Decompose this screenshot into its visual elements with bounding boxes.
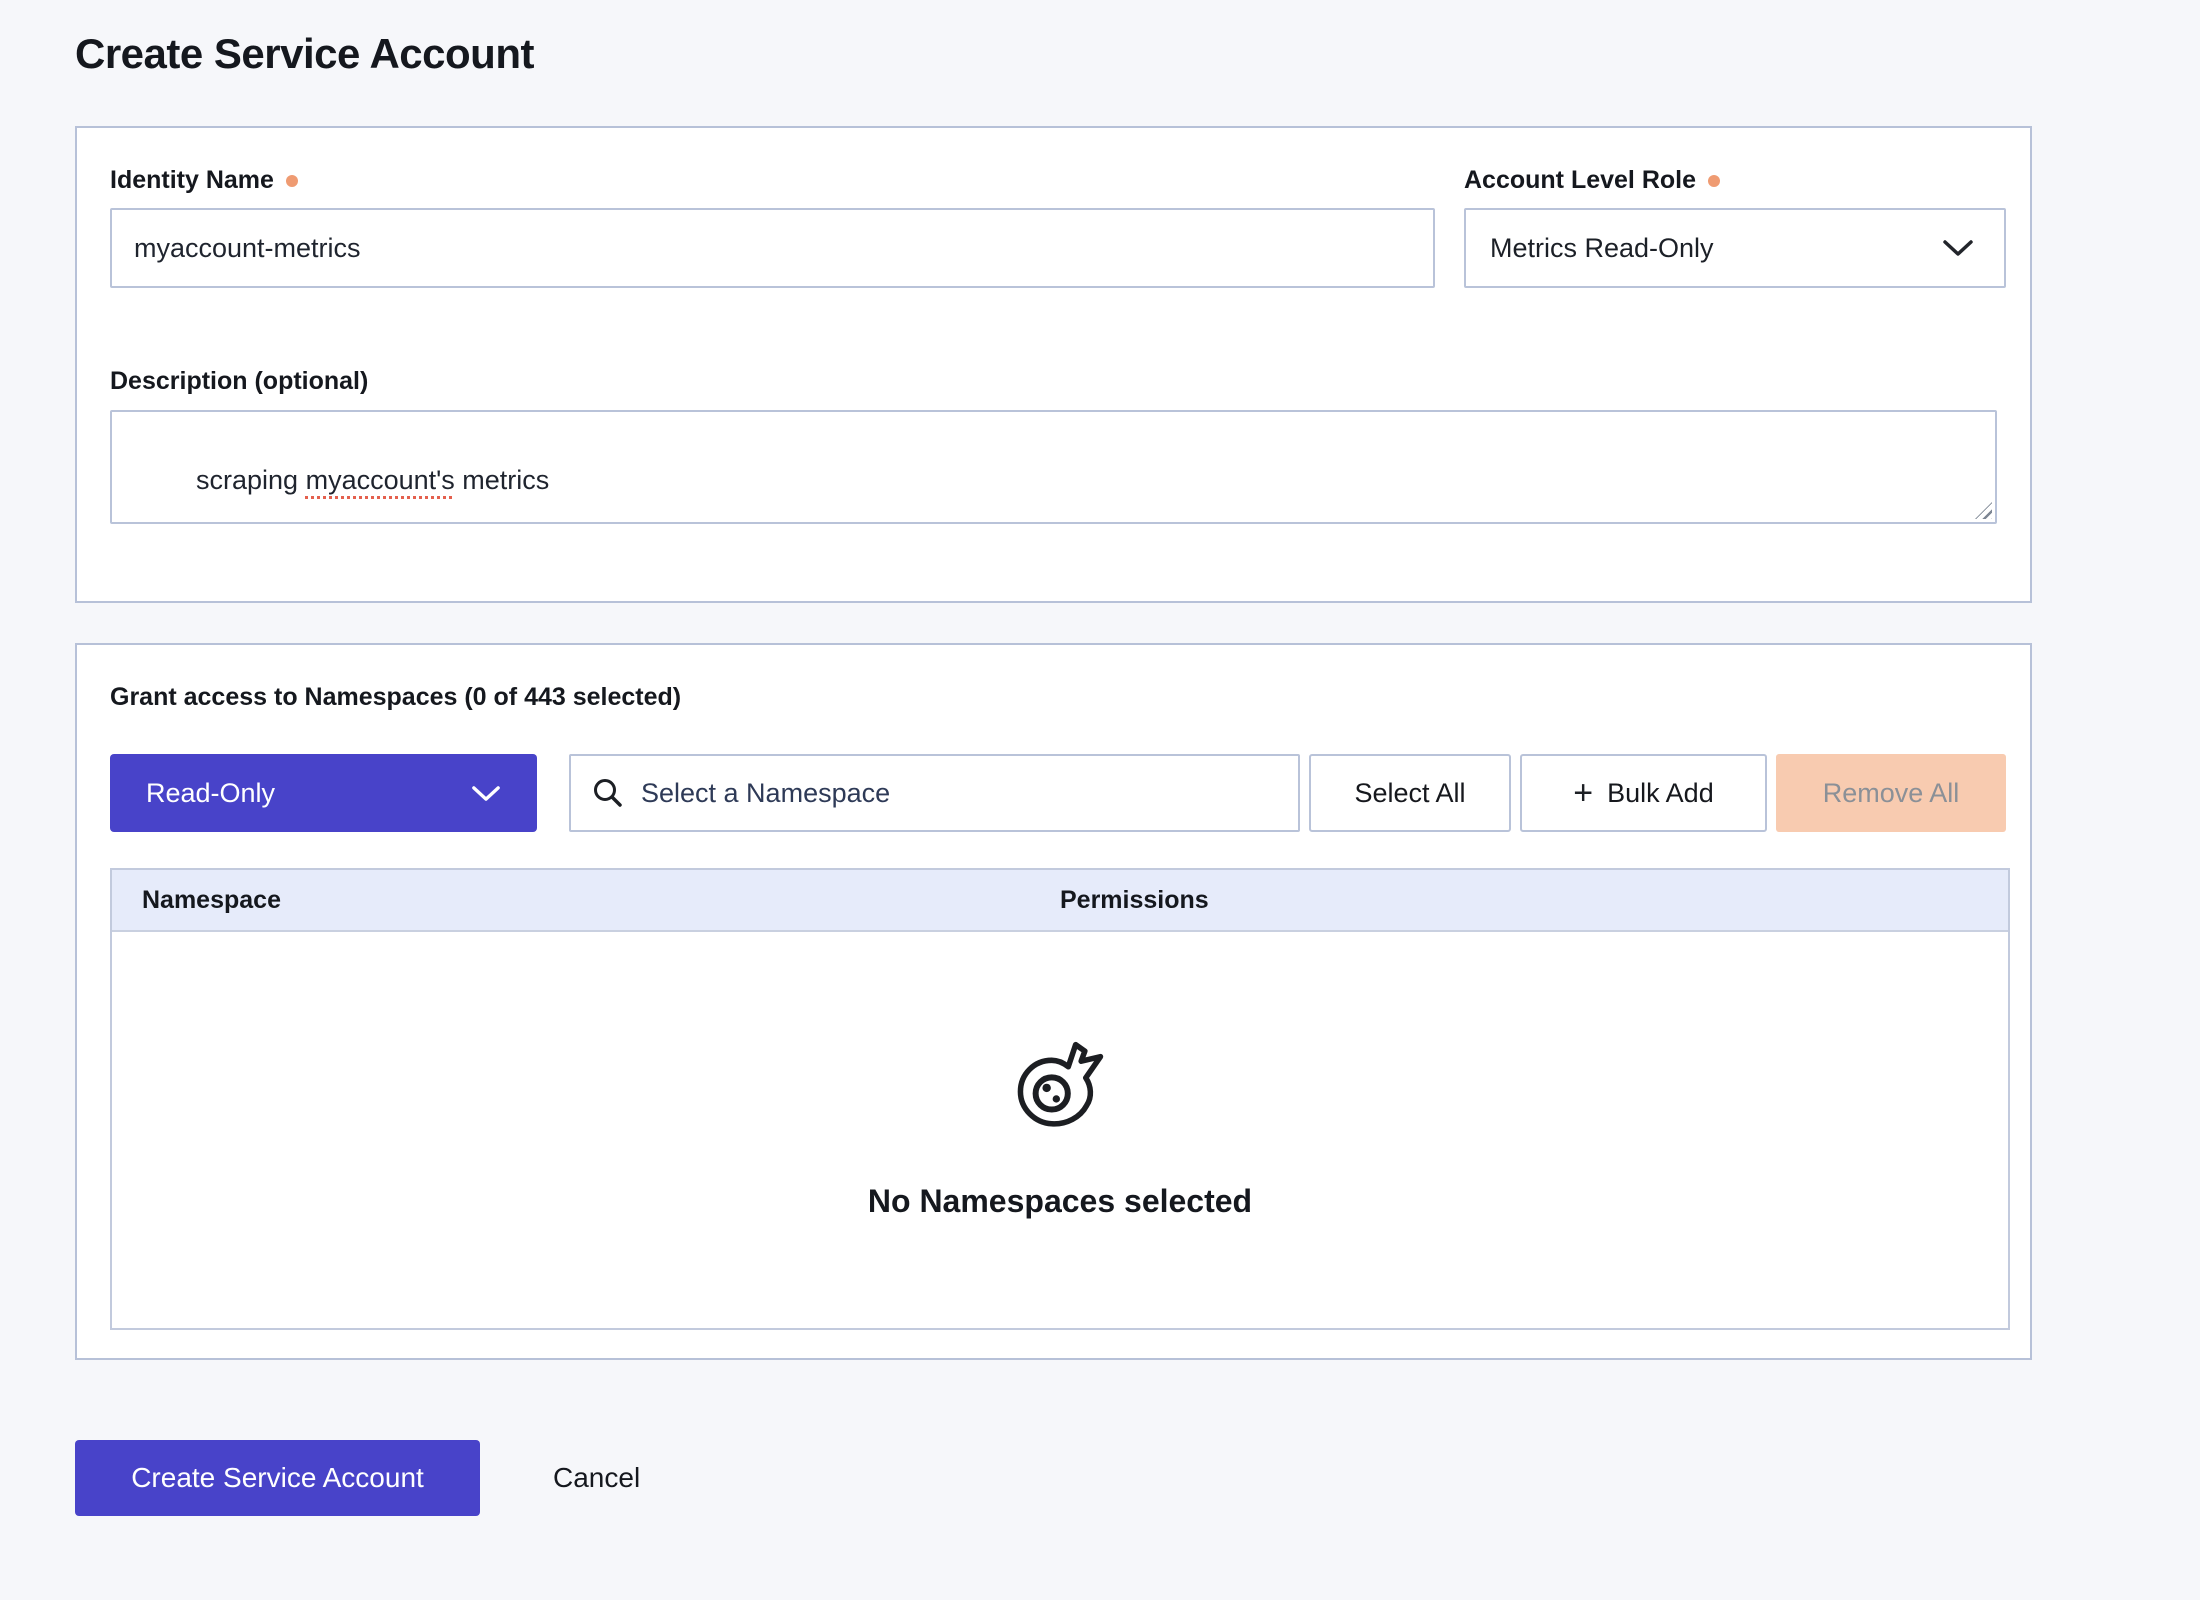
permission-level-value: Read-Only: [146, 778, 275, 809]
create-service-account-button[interactable]: Create Service Account: [75, 1440, 480, 1516]
textarea-resize-handle[interactable]: [1975, 502, 1992, 519]
select-all-button[interactable]: Select All: [1309, 754, 1511, 832]
description-textarea[interactable]: scraping myaccount's metrics: [110, 410, 1997, 524]
required-dot-icon: [286, 175, 298, 187]
chevron-down-icon: [471, 785, 501, 802]
permission-level-dropdown[interactable]: Read-Only: [110, 754, 537, 832]
footer-actions: Create Service Account Cancel: [75, 1440, 2200, 1516]
empty-state-message: No Namespaces selected: [868, 1183, 1252, 1220]
namespaces-table-empty-state: No Namespaces selected: [112, 932, 2008, 1328]
page-title: Create Service Account: [75, 30, 2200, 78]
grant-namespaces-card: Grant access to Namespaces (0 of 443 sel…: [75, 643, 2032, 1360]
identity-details-card: Identity Name Account Level Role Metrics…: [75, 126, 2032, 603]
namespaces-table: Namespace Permissions No Namespaces sele…: [110, 868, 2010, 1330]
grant-namespaces-heading: Grant access to Namespaces (0 of 443 sel…: [110, 683, 2006, 712]
chevron-down-icon: [1942, 239, 1974, 257]
namespaces-table-header: Namespace Permissions: [112, 870, 2008, 932]
description-text-suffix: metrics: [455, 465, 550, 495]
required-dot-icon: [1708, 175, 1720, 187]
namespace-search-input[interactable]: [641, 778, 1278, 809]
create-service-account-page: Create Service Account Identity Name Acc…: [0, 0, 2200, 1516]
column-header-permissions: Permissions: [1060, 886, 2008, 915]
column-header-namespace: Namespace: [112, 886, 1060, 915]
search-icon: [591, 776, 625, 810]
account-level-role-label: Account Level Role: [1464, 166, 2006, 195]
description-text-misspelled: myaccount's: [306, 465, 455, 495]
account-level-role-value: Metrics Read-Only: [1490, 233, 1714, 264]
description-text-prefix: scraping: [196, 465, 306, 495]
bulk-add-button[interactable]: + Bulk Add: [1520, 754, 1767, 832]
comet-icon: [1014, 1041, 1106, 1133]
description-label: Description (optional): [110, 367, 2006, 396]
identity-name-label: Identity Name: [110, 166, 1435, 195]
namespace-search-box[interactable]: [569, 754, 1300, 832]
account-level-role-select[interactable]: Metrics Read-Only: [1464, 208, 2006, 288]
remove-all-button-disabled[interactable]: Remove All: [1776, 754, 2006, 832]
namespace-controls-row: Read-Only Select All: [110, 754, 2006, 832]
cancel-button[interactable]: Cancel: [553, 1462, 640, 1494]
identity-name-input[interactable]: [110, 208, 1435, 288]
plus-icon: +: [1573, 776, 1593, 810]
